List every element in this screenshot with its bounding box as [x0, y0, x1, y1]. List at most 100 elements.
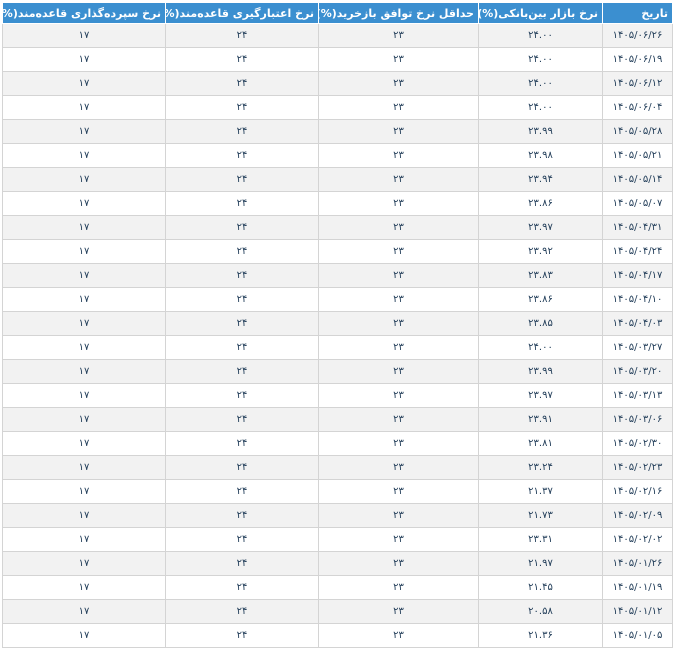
cell-lending-facility-rate: ۲۴ [165, 311, 319, 336]
cell-interbank-rate: ۲۴.۰۰ [478, 71, 603, 96]
cell-date: ۱۴۰۵/۰۲/۱۶ [602, 479, 673, 504]
cell-lending-facility-rate: ۲۴ [165, 503, 319, 528]
cell-deposit-facility-rate: ۱۷ [2, 167, 166, 192]
cell-date: ۱۴۰۵/۰۶/۱۲ [602, 71, 673, 96]
cell-min-repo-rate: ۲۳ [318, 95, 479, 120]
cell-interbank-rate: ۲۳.۹۹ [478, 359, 603, 384]
cell-date: ۱۴۰۵/۰۳/۰۶ [602, 407, 673, 432]
cell-deposit-facility-rate: ۱۷ [2, 431, 166, 456]
cell-deposit-facility-rate: ۱۷ [2, 335, 166, 360]
cell-min-repo-rate: ۲۳ [318, 455, 479, 480]
cell-lending-facility-rate: ۲۴ [165, 287, 319, 312]
cell-interbank-rate: ۲۳.۸۱ [478, 431, 603, 456]
cell-lending-facility-rate: ۲۴ [165, 239, 319, 264]
cell-interbank-rate: ۲۴.۰۰ [478, 47, 603, 72]
table-row: ۱۴۰۵/۰۶/۲۶ ۲۴.۰۰ ۲۳ ۲۴ ۱۷ [2, 23, 673, 48]
cell-date: ۱۴۰۵/۰۲/۰۲ [602, 527, 673, 552]
cell-deposit-facility-rate: ۱۷ [2, 455, 166, 480]
cell-deposit-facility-rate: ۱۷ [2, 119, 166, 144]
cell-min-repo-rate: ۲۳ [318, 407, 479, 432]
cell-min-repo-rate: ۲۳ [318, 359, 479, 384]
cell-min-repo-rate: ۲۳ [318, 47, 479, 72]
cell-deposit-facility-rate: ۱۷ [2, 407, 166, 432]
table-row: ۱۴۰۵/۰۳/۲۰ ۲۳.۹۹ ۲۳ ۲۴ ۱۷ [2, 359, 673, 384]
cell-min-repo-rate: ۲۳ [318, 263, 479, 288]
cell-deposit-facility-rate: ۱۷ [2, 143, 166, 168]
cell-interbank-rate: ۲۳.۹۲ [478, 239, 603, 264]
cell-min-repo-rate: ۲۳ [318, 167, 479, 192]
table-row: ۱۴۰۵/۰۳/۱۳ ۲۳.۹۷ ۲۳ ۲۴ ۱۷ [2, 383, 673, 408]
cell-date: ۱۴۰۵/۰۴/۱۰ [602, 287, 673, 312]
cell-lending-facility-rate: ۲۴ [165, 23, 319, 48]
cell-interbank-rate: ۲۱.۳۷ [478, 479, 603, 504]
cell-min-repo-rate: ۲۳ [318, 119, 479, 144]
cell-min-repo-rate: ۲۳ [318, 191, 479, 216]
cell-lending-facility-rate: ۲۴ [165, 479, 319, 504]
cell-date: ۱۴۰۵/۰۵/۲۱ [602, 143, 673, 168]
cell-deposit-facility-rate: ۱۷ [2, 23, 166, 48]
cell-deposit-facility-rate: ۱۷ [2, 71, 166, 96]
cell-date: ۱۴۰۵/۰۱/۰۵ [602, 623, 673, 648]
cell-deposit-facility-rate: ۱۷ [2, 311, 166, 336]
cell-min-repo-rate: ۲۳ [318, 527, 479, 552]
cell-deposit-facility-rate: ۱۷ [2, 191, 166, 216]
cell-date: ۱۴۰۵/۰۶/۲۶ [602, 23, 673, 48]
cell-lending-facility-rate: ۲۴ [165, 455, 319, 480]
cell-date: ۱۴۰۵/۰۳/۲۷ [602, 335, 673, 360]
table-row: ۱۴۰۵/۰۵/۲۸ ۲۳.۹۹ ۲۳ ۲۴ ۱۷ [2, 119, 673, 144]
cell-deposit-facility-rate: ۱۷ [2, 575, 166, 600]
cell-lending-facility-rate: ۲۴ [165, 167, 319, 192]
cell-lending-facility-rate: ۲۴ [165, 215, 319, 240]
cell-lending-facility-rate: ۲۴ [165, 575, 319, 600]
cell-lending-facility-rate: ۲۴ [165, 119, 319, 144]
table-row: ۱۴۰۵/۰۴/۱۰ ۲۳.۸۶ ۲۳ ۲۴ ۱۷ [2, 287, 673, 312]
cell-deposit-facility-rate: ۱۷ [2, 551, 166, 576]
cell-date: ۱۴۰۵/۰۲/۳۰ [602, 431, 673, 456]
cell-interbank-rate: ۲۰.۵۸ [478, 599, 603, 624]
cell-deposit-facility-rate: ۱۷ [2, 359, 166, 384]
cell-min-repo-rate: ۲۳ [318, 215, 479, 240]
table-row: ۱۴۰۵/۰۱/۱۹ ۲۱.۴۵ ۲۳ ۲۴ ۱۷ [2, 575, 673, 600]
cell-date: ۱۴۰۵/۰۶/۰۴ [602, 95, 673, 120]
header-deposit-facility-rate: نرخ سپرده‌گذاری قاعده‌مند(%) [2, 2, 166, 24]
cell-interbank-rate: ۲۳.۲۴ [478, 455, 603, 480]
table-row: ۱۴۰۵/۰۳/۲۷ ۲۴.۰۰ ۲۳ ۲۴ ۱۷ [2, 335, 673, 360]
cell-date: ۱۴۰۵/۰۴/۱۷ [602, 263, 673, 288]
cell-interbank-rate: ۲۱.۷۳ [478, 503, 603, 528]
table-row: ۱۴۰۵/۰۵/۱۴ ۲۳.۹۴ ۲۳ ۲۴ ۱۷ [2, 167, 673, 192]
cell-interbank-rate: ۲۳.۹۷ [478, 215, 603, 240]
table-row: ۱۴۰۵/۰۲/۰۲ ۲۳.۳۱ ۲۳ ۲۴ ۱۷ [2, 527, 673, 552]
cell-date: ۱۴۰۵/۰۱/۱۲ [602, 599, 673, 624]
header-min-repo-rate: حداقل نرخ توافق بازخرید(%) [318, 2, 479, 24]
table-row: ۱۴۰۵/۰۱/۱۲ ۲۰.۵۸ ۲۳ ۲۴ ۱۷ [2, 599, 673, 624]
cell-date: ۱۴۰۵/۰۴/۳۱ [602, 215, 673, 240]
cell-interbank-rate: ۲۳.۸۵ [478, 311, 603, 336]
cell-interbank-rate: ۲۱.۹۷ [478, 551, 603, 576]
header-lending-facility-rate: نرخ اعتبارگیری قاعده‌مند(%) [165, 2, 319, 24]
cell-date: ۱۴۰۵/۰۳/۲۰ [602, 359, 673, 384]
cell-date: ۱۴۰۵/۰۵/۰۷ [602, 191, 673, 216]
cell-lending-facility-rate: ۲۴ [165, 359, 319, 384]
cell-lending-facility-rate: ۲۴ [165, 191, 319, 216]
cell-deposit-facility-rate: ۱۷ [2, 263, 166, 288]
cell-interbank-rate: ۲۴.۰۰ [478, 95, 603, 120]
cell-lending-facility-rate: ۲۴ [165, 623, 319, 648]
cell-min-repo-rate: ۲۳ [318, 287, 479, 312]
cell-deposit-facility-rate: ۱۷ [2, 599, 166, 624]
table-row: ۱۴۰۵/۰۱/۲۶ ۲۱.۹۷ ۲۳ ۲۴ ۱۷ [2, 551, 673, 576]
cell-deposit-facility-rate: ۱۷ [2, 95, 166, 120]
cell-deposit-facility-rate: ۱۷ [2, 383, 166, 408]
cell-date: ۱۴۰۵/۰۲/۰۹ [602, 503, 673, 528]
table-row: ۱۴۰۵/۰۵/۲۱ ۲۳.۹۸ ۲۳ ۲۴ ۱۷ [2, 143, 673, 168]
cell-lending-facility-rate: ۲۴ [165, 431, 319, 456]
cell-lending-facility-rate: ۲۴ [165, 335, 319, 360]
cell-min-repo-rate: ۲۳ [318, 335, 479, 360]
cell-interbank-rate: ۲۳.۸۶ [478, 191, 603, 216]
cell-date: ۱۴۰۵/۰۶/۱۹ [602, 47, 673, 72]
cell-date: ۱۴۰۵/۰۴/۲۴ [602, 239, 673, 264]
cell-date: ۱۴۰۵/۰۵/۱۴ [602, 167, 673, 192]
header-interbank-rate: نرخ بازار بین‌بانکی(%) [478, 2, 603, 24]
table-row: ۱۴۰۵/۰۶/۱۲ ۲۴.۰۰ ۲۳ ۲۴ ۱۷ [2, 71, 673, 96]
cell-min-repo-rate: ۲۳ [318, 239, 479, 264]
cell-lending-facility-rate: ۲۴ [165, 407, 319, 432]
